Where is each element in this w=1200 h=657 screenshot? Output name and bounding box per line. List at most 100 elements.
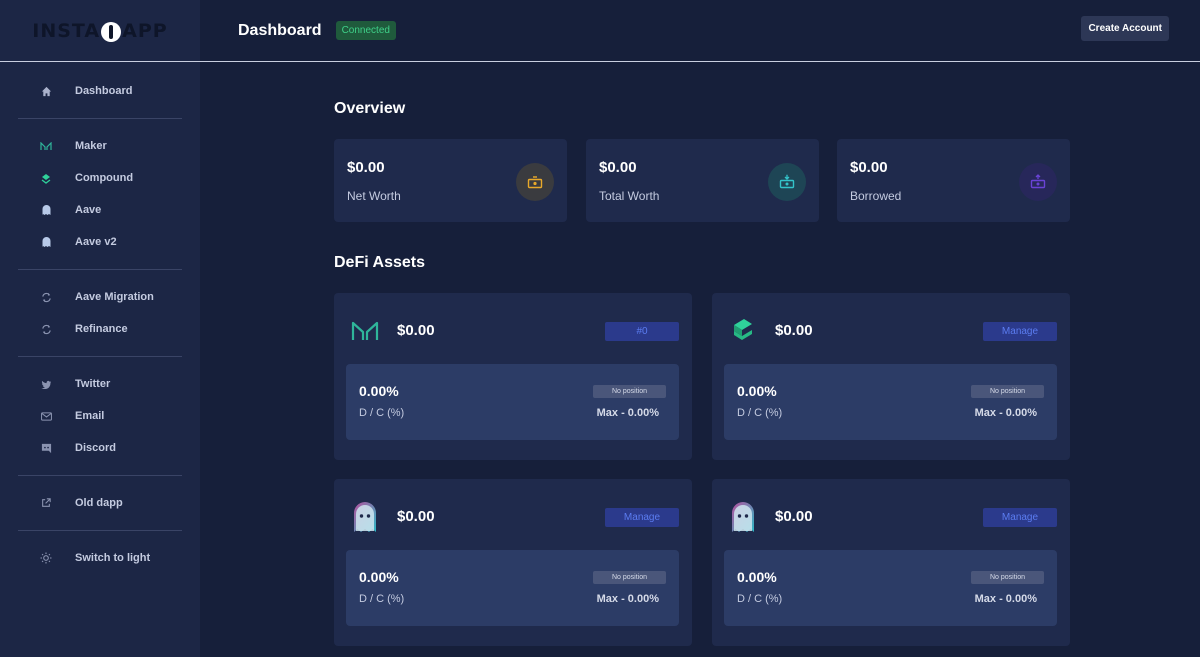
sidebar-item-dashboard[interactable]: Dashboard — [18, 75, 182, 107]
debt-ratio-value: 0.00% — [359, 569, 399, 585]
external-link-icon — [40, 497, 52, 509]
position-panel: 0.00% D / C (%) No position Max - 0.00% — [346, 364, 679, 440]
sidebar-item-switch-theme[interactable]: Switch to light — [18, 542, 182, 574]
header-divider — [200, 61, 1200, 62]
sidebar-divider — [18, 356, 182, 357]
sidebar-item-label: Compound — [75, 172, 134, 184]
refinance-icon — [40, 323, 52, 335]
sidebar-divider — [18, 530, 182, 531]
sidebar-item-label: Aave — [75, 204, 102, 216]
debt-ratio-value: 0.00% — [737, 383, 777, 399]
create-account-button[interactable]: Create Account — [1081, 16, 1169, 41]
position-panel: 0.00% D / C (%) No position Max - 0.00% — [724, 550, 1057, 626]
sidebar-item-label: Dashboard — [75, 85, 133, 97]
sidebar-item-discord[interactable]: Discord — [18, 432, 182, 464]
sidebar-item-old-dapp[interactable]: Old dapp — [18, 487, 182, 519]
max-ratio: Max - 0.00% — [974, 407, 1037, 419]
maker-logo-icon — [350, 315, 380, 345]
max-ratio: Max - 0.00% — [596, 593, 659, 605]
borrowed-icon — [1019, 163, 1057, 201]
position-status-badge: No position — [971, 571, 1044, 584]
overview-card-net-worth: $0.00 Net Worth — [334, 139, 567, 222]
vault-number-button[interactable]: #0 — [605, 322, 679, 341]
net-worth-icon — [516, 163, 554, 201]
compound-icon — [40, 172, 52, 184]
debt-ratio-value: 0.00% — [359, 383, 399, 399]
sidebar-item-refinance[interactable]: Refinance — [18, 313, 182, 345]
discord-icon — [40, 442, 52, 454]
logo-text-left: INSTA — [32, 19, 101, 42]
sidebar-item-aave[interactable]: Aave — [18, 194, 182, 226]
logo-text-right: APP — [122, 19, 168, 42]
position-panel: 0.00% D / C (%) No position Max - 0.00% — [724, 364, 1057, 440]
aave-ghost-icon — [40, 204, 52, 216]
asset-value: $0.00 — [397, 508, 435, 525]
debt-ratio-label: D / C (%) — [359, 407, 405, 419]
overview-card-total-worth: $0.00 Total Worth — [586, 139, 819, 222]
overview-value: $0.00 — [850, 159, 888, 176]
position-status-badge: No position — [593, 571, 666, 584]
manage-button[interactable]: Manage — [605, 508, 679, 527]
sidebar-item-label: Switch to light — [75, 552, 151, 564]
debt-ratio-label: D / C (%) — [737, 593, 783, 605]
defi-assets-title: DeFi Assets — [334, 254, 425, 271]
connection-status-badge: Connected — [335, 21, 396, 40]
aave-ghost-logo-icon — [728, 499, 758, 532]
asset-card-compound: $0.00 Manage 0.00% D / C (%) No position… — [712, 293, 1070, 460]
sidebar-item-label: Discord — [75, 442, 116, 454]
sidebar-divider — [18, 475, 182, 476]
sidebar-item-compound[interactable]: Compound — [18, 162, 182, 194]
aave-ghost-icon — [40, 236, 52, 248]
sidebar-item-email[interactable]: Email — [18, 400, 182, 432]
sidebar-item-aave-migration[interactable]: Aave Migration — [18, 281, 182, 313]
overview-label: Total Worth — [599, 189, 660, 203]
twitter-icon — [40, 378, 52, 390]
manage-button[interactable]: Manage — [983, 508, 1057, 527]
home-icon — [40, 85, 52, 97]
overview-label: Borrowed — [850, 189, 902, 203]
overview-value: $0.00 — [347, 159, 385, 176]
overview-label: Net Worth — [347, 189, 401, 203]
sidebar-item-twitter[interactable]: Twitter — [18, 368, 182, 400]
asset-card-aave-v2: $0.00 Manage 0.00% D / C (%) No position… — [712, 479, 1070, 646]
position-status-badge: No position — [593, 385, 666, 398]
debt-ratio-label: D / C (%) — [737, 407, 783, 419]
asset-card-aave: $0.00 Manage 0.00% D / C (%) No position… — [334, 479, 692, 646]
overview-card-borrowed: $0.00 Borrowed — [837, 139, 1070, 222]
sidebar-item-label: Old dapp — [75, 497, 123, 509]
sidebar-item-label: Aave v2 — [75, 236, 117, 248]
migration-icon — [40, 291, 52, 303]
maker-icon — [40, 140, 52, 152]
manage-button[interactable]: Manage — [983, 322, 1057, 341]
sun-icon — [40, 552, 52, 564]
position-status-badge: No position — [971, 385, 1044, 398]
compound-logo-icon — [728, 315, 758, 345]
max-ratio: Max - 0.00% — [596, 407, 659, 419]
asset-value: $0.00 — [775, 508, 813, 525]
aave-ghost-logo-icon — [350, 499, 380, 532]
sidebar-item-aave-v2[interactable]: Aave v2 — [18, 226, 182, 258]
sidebar-item-label: Twitter — [75, 378, 111, 390]
asset-card-maker: $0.00 #0 0.00% D / C (%) No position Max… — [334, 293, 692, 460]
position-panel: 0.00% D / C (%) No position Max - 0.00% — [346, 550, 679, 626]
sidebar-item-maker[interactable]: Maker — [18, 130, 182, 162]
asset-value: $0.00 — [397, 322, 435, 339]
sidebar-divider — [18, 269, 182, 270]
sidebar-item-label: Refinance — [75, 323, 128, 335]
asset-value: $0.00 — [775, 322, 813, 339]
sidebar: INSTA APP Dashboard Maker Compound Aave … — [0, 0, 200, 657]
sidebar-divider — [18, 118, 182, 119]
email-icon — [40, 410, 52, 422]
debt-ratio-label: D / C (%) — [359, 593, 405, 605]
sidebar-item-label: Email — [75, 410, 105, 422]
logo-mark-icon — [101, 21, 122, 42]
overview-title: Overview — [334, 100, 406, 117]
sidebar-item-label: Aave Migration — [75, 291, 154, 303]
top-header: Dashboard Connected Create Account — [200, 0, 1200, 62]
page-title: Dashboard — [238, 21, 322, 39]
sidebar-item-label: Maker — [75, 140, 107, 152]
max-ratio: Max - 0.00% — [974, 593, 1037, 605]
overview-value: $0.00 — [599, 159, 637, 176]
total-worth-icon — [768, 163, 806, 201]
instadapp-logo[interactable]: INSTA APP — [0, 0, 200, 61]
